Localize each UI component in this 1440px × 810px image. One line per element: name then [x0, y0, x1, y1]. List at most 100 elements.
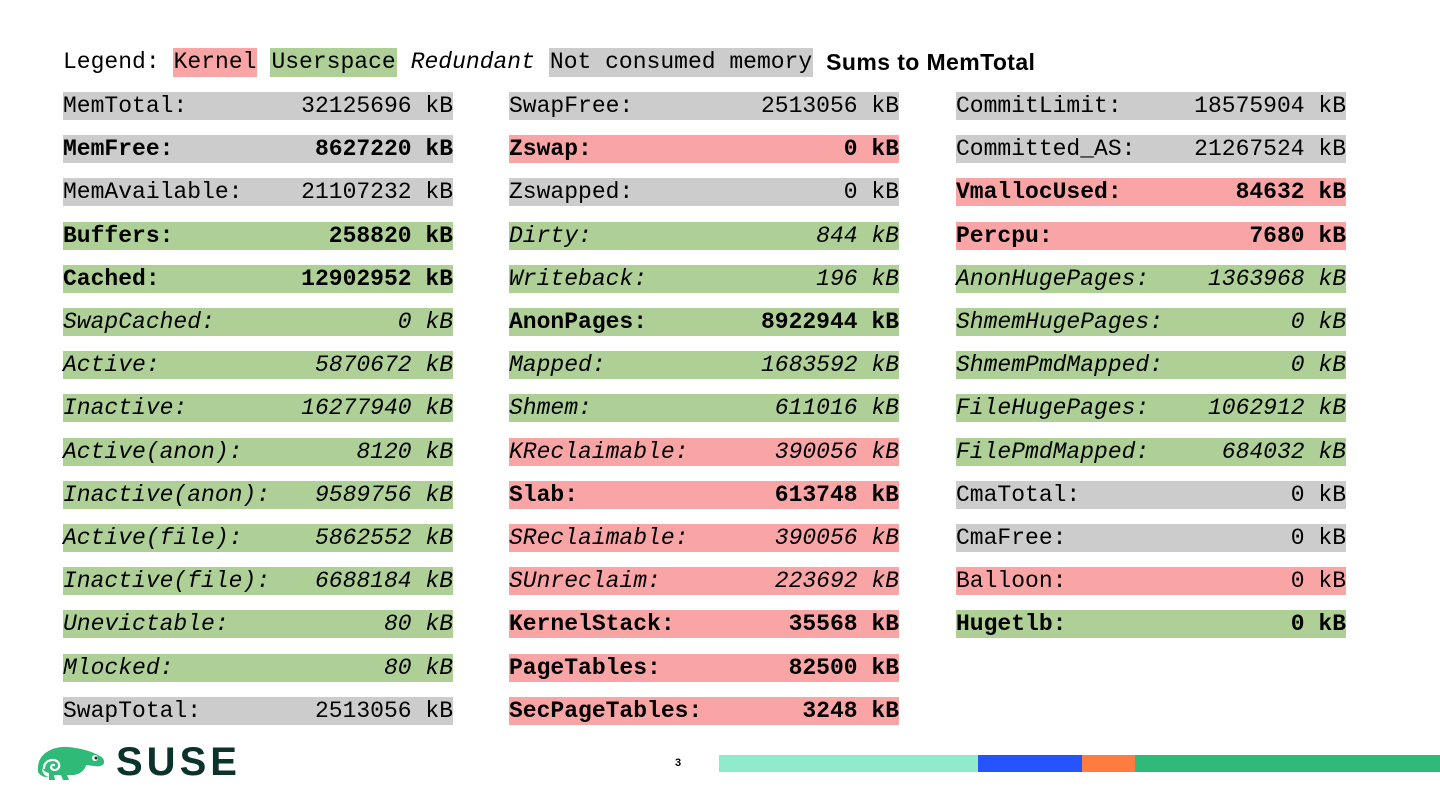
meminfo-row: Writeback: 196 kB — [509, 264, 899, 293]
meminfo-row: Committed_AS: 21267524 kB — [956, 135, 1346, 164]
meminfo-value: 8922944 kB — [760, 309, 899, 335]
chameleon-icon — [38, 746, 105, 780]
meminfo-value: 1062912 kB — [1207, 395, 1346, 422]
meminfo-row: Balloon: 0 kB — [956, 567, 1346, 596]
meminfo-value: 18575904 kB — [1194, 93, 1346, 119]
meminfo-label: Dirty: — [509, 222, 592, 249]
meminfo-row: Percpu: 7680 kB — [956, 221, 1346, 250]
meminfo-row: Zswap: 0 kB — [509, 135, 899, 164]
meminfo-label: FilePmdMapped: — [956, 438, 1150, 465]
meminfo-row: Unevictable: 80 kB — [63, 610, 453, 639]
logo-wordmark: SUSE — [116, 740, 241, 784]
meminfo-value: 84632 kB — [1235, 179, 1346, 206]
meminfo-row: Dirty: 844 kB — [509, 221, 899, 250]
meminfo-label: VmallocUsed: — [956, 179, 1122, 206]
meminfo-value: 0 kB — [1290, 525, 1346, 551]
legend-redundant: Redundant — [410, 49, 535, 75]
meminfo-row: Zswapped: 0 kB — [509, 178, 899, 207]
meminfo-row: Buffers: 258820 kB — [63, 221, 453, 250]
meminfo-value: 32125696 kB — [301, 93, 453, 119]
meminfo-row: Slab: 613748 kB — [509, 480, 899, 509]
meminfo-value: 12902952 kB — [301, 265, 453, 292]
meminfo-label: CmaFree: — [956, 525, 1067, 551]
meminfo-value: 7680 kB — [1249, 222, 1346, 249]
meminfo-value: 21267524 kB — [1194, 136, 1346, 163]
meminfo-value: 196 kB — [816, 265, 899, 292]
meminfo-row: FilePmdMapped: 684032 kB — [956, 437, 1346, 466]
meminfo-label: Cached: — [63, 265, 160, 292]
meminfo-value: 1363968 kB — [1207, 265, 1346, 292]
meminfo-value: 611016 kB — [774, 395, 899, 422]
meminfo-value: 80 kB — [383, 611, 453, 638]
meminfo-value: 0 kB — [1290, 481, 1346, 508]
meminfo-row: ShmemHugePages: 0 kB — [956, 308, 1346, 336]
meminfo-value: 844 kB — [816, 222, 899, 249]
suse-logo: SUSE — [34, 741, 241, 783]
meminfo-label: CmaTotal: — [956, 481, 1081, 508]
meminfo-row: Inactive(file): 6688184 kB — [63, 567, 453, 596]
meminfo-row: MemTotal: 32125696 kB — [63, 92, 453, 120]
meminfo-row: SwapCached: 0 kB — [63, 308, 453, 336]
meminfo-value: 5862552 kB — [314, 525, 453, 551]
meminfo-label: Zswapped: — [509, 179, 634, 206]
meminfo-value: 0 kB — [1290, 611, 1346, 638]
meminfo-row: KernelStack: 35568 kB — [509, 610, 899, 639]
meminfo-label: ShmemHugePages: — [956, 309, 1164, 335]
footer-bar-segment — [978, 755, 1082, 772]
meminfo-label: Hugetlb: — [956, 611, 1067, 638]
meminfo-value: 258820 kB — [328, 222, 453, 249]
meminfo-value: 2513056 kB — [760, 93, 899, 119]
meminfo-label: Zswap: — [509, 136, 592, 163]
meminfo-value: 8120 kB — [356, 438, 453, 465]
meminfo-label: Slab: — [509, 481, 579, 508]
meminfo-label: FileHugePages: — [956, 395, 1150, 422]
meminfo-row: SwapFree: 2513056 kB — [509, 92, 899, 120]
meminfo-row: Mapped: 1683592 kB — [509, 351, 899, 380]
meminfo-row: Inactive(anon): 9589756 kB — [63, 480, 453, 509]
legend: Legend: Kernel Userspace Redundant Not c… — [63, 48, 1035, 77]
meminfo-row: Active(anon): 8120 kB — [63, 437, 453, 466]
meminfo-row: ShmemPmdMapped: 0 kB — [956, 351, 1346, 380]
meminfo-value: 2513056 kB — [314, 697, 453, 724]
meminfo-label: PageTables: — [509, 654, 661, 681]
meminfo-label: SwapFree: — [509, 93, 634, 119]
meminfo-value: 0 kB — [1290, 352, 1346, 379]
meminfo-value: 390056 kB — [774, 525, 899, 551]
meminfo-value: 0 kB — [843, 136, 899, 163]
meminfo-value: 223692 kB — [774, 568, 899, 595]
meminfo-label: ShmemPmdMapped: — [956, 352, 1164, 379]
meminfo-value: 16277940 kB — [301, 395, 453, 422]
meminfo-value: 0 kB — [843, 179, 899, 206]
meminfo-label: KReclaimable: — [509, 438, 689, 465]
page-number: 3 — [674, 757, 682, 769]
meminfo-row: Mlocked: 80 kB — [63, 653, 453, 682]
meminfo-label: Shmem: — [509, 395, 592, 422]
meminfo-row: VmallocUsed: 84632 kB — [956, 178, 1346, 207]
meminfo-row: SReclaimable: 390056 kB — [509, 524, 899, 552]
meminfo-value: 6688184 kB — [314, 568, 453, 595]
legend-sums-to-memtotal: Sums to MemTotal — [826, 49, 1036, 75]
meminfo-row: Shmem: 611016 kB — [509, 394, 899, 423]
meminfo-label: SUnreclaim: — [509, 568, 661, 595]
meminfo-row: AnonHugePages: 1363968 kB — [956, 264, 1346, 293]
meminfo-label: CommitLimit: — [956, 93, 1122, 119]
meminfo-label: Unevictable: — [63, 611, 229, 638]
meminfo-value: 5870672 kB — [314, 352, 453, 379]
meminfo-row: SUnreclaim: 223692 kB — [509, 567, 899, 596]
meminfo-value: 80 kB — [383, 654, 453, 681]
meminfo-label: SwapTotal: — [63, 697, 202, 724]
meminfo-row: SecPageTables: 3248 kB — [509, 696, 899, 725]
meminfo-label: Mlocked: — [63, 654, 174, 681]
footer-bar-segment — [1082, 755, 1135, 772]
meminfo-label: MemFree: — [63, 136, 174, 163]
meminfo-label: Inactive: — [63, 395, 188, 422]
meminfo-label: Inactive(anon): — [63, 481, 271, 508]
meminfo-row: Active: 5870672 kB — [63, 351, 453, 380]
meminfo-row: MemAvailable: 21107232 kB — [63, 178, 453, 207]
footer-bar-segment — [719, 755, 978, 772]
meminfo-label: MemTotal: — [63, 93, 188, 119]
meminfo-label: KernelStack: — [509, 611, 675, 638]
meminfo-value: 390056 kB — [774, 438, 899, 465]
meminfo-value: 21107232 kB — [301, 179, 453, 206]
meminfo-value: 684032 kB — [1221, 438, 1346, 465]
